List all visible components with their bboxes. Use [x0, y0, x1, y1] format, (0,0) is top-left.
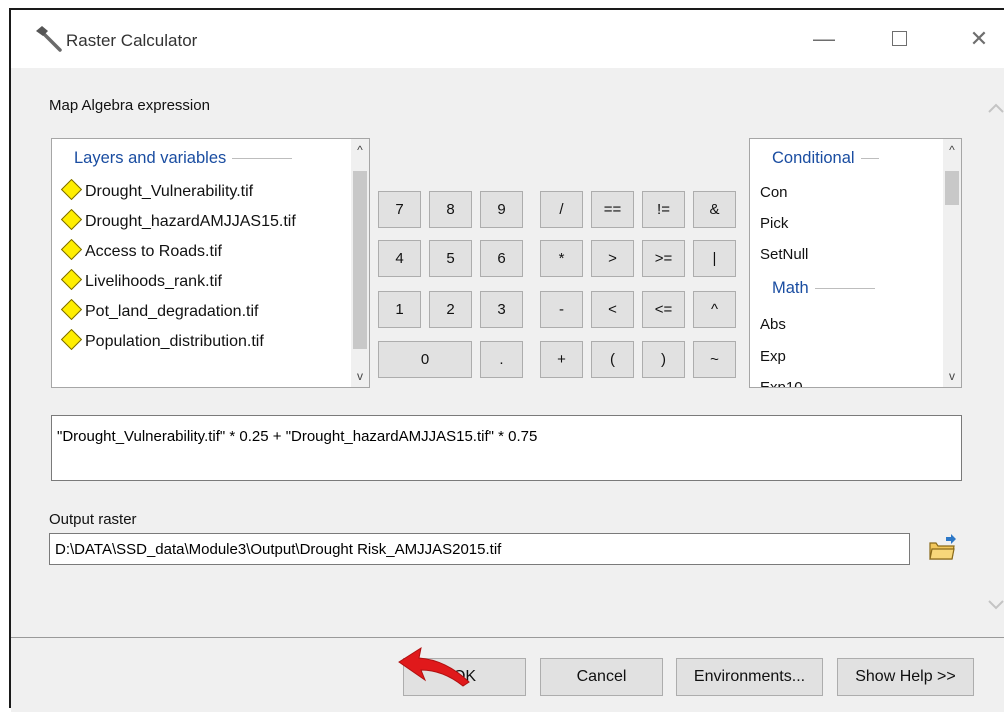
title-bar: Raster Calculator — ✕	[11, 10, 1004, 68]
raster-layer-icon	[60, 179, 83, 201]
raster-layer-icon	[60, 209, 83, 231]
layer-item[interactable]: Drought_hazardAMJJAS15.tif	[60, 209, 296, 235]
functions-list[interactable]: Conditional Con Pick SetNull Math Abs Ex…	[749, 138, 962, 388]
layer-name: Drought_hazardAMJJAS15.tif	[85, 213, 296, 230]
key-multiply[interactable]: *	[540, 240, 583, 277]
key-minus[interactable]: -	[540, 291, 583, 328]
layer-item[interactable]: Pot_land_degradation.tif	[60, 299, 258, 325]
layer-name: Drought_Vulnerability.tif	[85, 183, 254, 200]
scroll-thumb[interactable]	[945, 171, 959, 205]
scroll-up-icon[interactable]: ^	[351, 141, 369, 159]
functions-group-conditional: Conditional	[772, 149, 879, 168]
key-close-paren[interactable]: )	[642, 341, 685, 378]
browse-folder-button[interactable]	[924, 531, 960, 567]
key-divide[interactable]: /	[540, 191, 583, 228]
layers-list[interactable]: Layers and variables Drought_Vulnerabili…	[51, 138, 370, 388]
layer-name: Population_distribution.tif	[85, 333, 264, 350]
key-0[interactable]: 0	[378, 341, 472, 378]
key-8[interactable]: 8	[429, 191, 472, 228]
functions-group-math: Math	[772, 279, 875, 298]
layers-scrollbar[interactable]: ^ v	[351, 139, 369, 387]
expression-label: Map Algebra expression	[49, 97, 210, 114]
expression-text: "Drought_Vulnerability.tif" * 0.25 + "Dr…	[57, 428, 538, 445]
footer-divider	[11, 637, 1004, 638]
key-1[interactable]: 1	[378, 291, 421, 328]
function-item[interactable]: Con	[760, 180, 788, 206]
window-title: Raster Calculator	[66, 31, 198, 50]
environments-button[interactable]: Environments...	[676, 658, 823, 696]
function-item[interactable]: Abs	[760, 312, 786, 338]
key-2[interactable]: 2	[429, 291, 472, 328]
close-button[interactable]: ✕	[961, 22, 997, 56]
layer-name: Pot_land_degradation.tif	[85, 303, 259, 320]
layers-header: Layers and variables	[74, 149, 293, 168]
layer-item[interactable]: Livelihoods_rank.tif	[60, 269, 222, 295]
key-or[interactable]: |	[693, 240, 736, 277]
key-6[interactable]: 6	[480, 240, 523, 277]
key-4[interactable]: 4	[378, 240, 421, 277]
key-power[interactable]: ^	[693, 291, 736, 328]
output-raster-label: Output raster	[49, 511, 137, 528]
output-raster-field[interactable]: D:\DATA\SSD_data\Module3\Output\Drought …	[49, 533, 910, 565]
scroll-down-icon[interactable]: v	[943, 367, 961, 385]
scroll-down-icon[interactable]: v	[351, 367, 369, 385]
folder-icon	[929, 534, 956, 560]
key-open-paren[interactable]: (	[591, 341, 634, 378]
scroll-down-icon[interactable]	[987, 595, 1005, 613]
key-not-equal[interactable]: !=	[642, 191, 685, 228]
key-not[interactable]: ~	[693, 341, 736, 378]
scroll-up-icon[interactable]	[987, 100, 1005, 118]
key-plus[interactable]: +	[540, 341, 583, 378]
layers-list-content: Layers and variables Drought_Vulnerabili…	[52, 139, 351, 387]
key-equal[interactable]: ==	[591, 191, 634, 228]
maximize-button[interactable]	[881, 22, 917, 56]
key-decimal[interactable]: .	[480, 341, 523, 378]
expression-input[interactable]: "Drought_Vulnerability.tif" * 0.25 + "Dr…	[51, 415, 962, 481]
layer-item[interactable]: Drought_Vulnerability.tif	[60, 179, 253, 205]
layer-name: Livelihoods_rank.tif	[85, 273, 222, 290]
show-help-button[interactable]: Show Help >>	[837, 658, 974, 696]
raster-calculator-window: Raster Calculator — ✕ Map Algebra expres…	[9, 8, 1005, 712]
raster-layer-icon	[60, 269, 83, 291]
maximize-icon	[891, 31, 907, 46]
header-rule	[232, 158, 293, 160]
scroll-up-icon[interactable]: ^	[943, 141, 961, 159]
key-7[interactable]: 7	[378, 191, 421, 228]
functions-scrollbar[interactable]: ^ v	[943, 139, 961, 387]
minimize-button[interactable]: —	[806, 22, 842, 56]
output-raster-value: D:\DATA\SSD_data\Module3\Output\Drought …	[55, 541, 502, 558]
cancel-button[interactable]: Cancel	[540, 658, 663, 696]
function-item[interactable]: Pick	[760, 211, 788, 237]
functions-list-content: Conditional Con Pick SetNull Math Abs Ex…	[750, 139, 943, 387]
raster-layer-icon	[60, 239, 83, 261]
function-item[interactable]: Exp	[760, 344, 786, 370]
layers-header-label: Layers and variables	[74, 149, 227, 167]
header-rule	[860, 158, 879, 160]
layer-item[interactable]: Population_distribution.tif	[60, 329, 264, 355]
raster-layer-icon	[60, 329, 83, 351]
key-greater-equal[interactable]: >=	[642, 240, 685, 277]
key-5[interactable]: 5	[429, 240, 472, 277]
key-less-equal[interactable]: <=	[642, 291, 685, 328]
function-item[interactable]: SetNull	[760, 242, 808, 268]
key-3[interactable]: 3	[480, 291, 523, 328]
header-rule	[814, 288, 875, 290]
key-greater[interactable]: >	[591, 240, 634, 277]
key-9[interactable]: 9	[480, 191, 523, 228]
key-less[interactable]: <	[591, 291, 634, 328]
group-label: Conditional	[772, 149, 855, 167]
hammer-icon	[36, 26, 62, 52]
raster-layer-icon	[60, 299, 83, 321]
scroll-thumb[interactable]	[353, 171, 367, 349]
layer-item[interactable]: Access to Roads.tif	[60, 239, 222, 265]
key-and[interactable]: &	[693, 191, 736, 228]
function-item[interactable]: Exp10	[760, 375, 803, 387]
layer-name: Access to Roads.tif	[85, 243, 222, 260]
group-label: Math	[772, 279, 809, 297]
annotation-arrow-icon	[398, 646, 470, 687]
